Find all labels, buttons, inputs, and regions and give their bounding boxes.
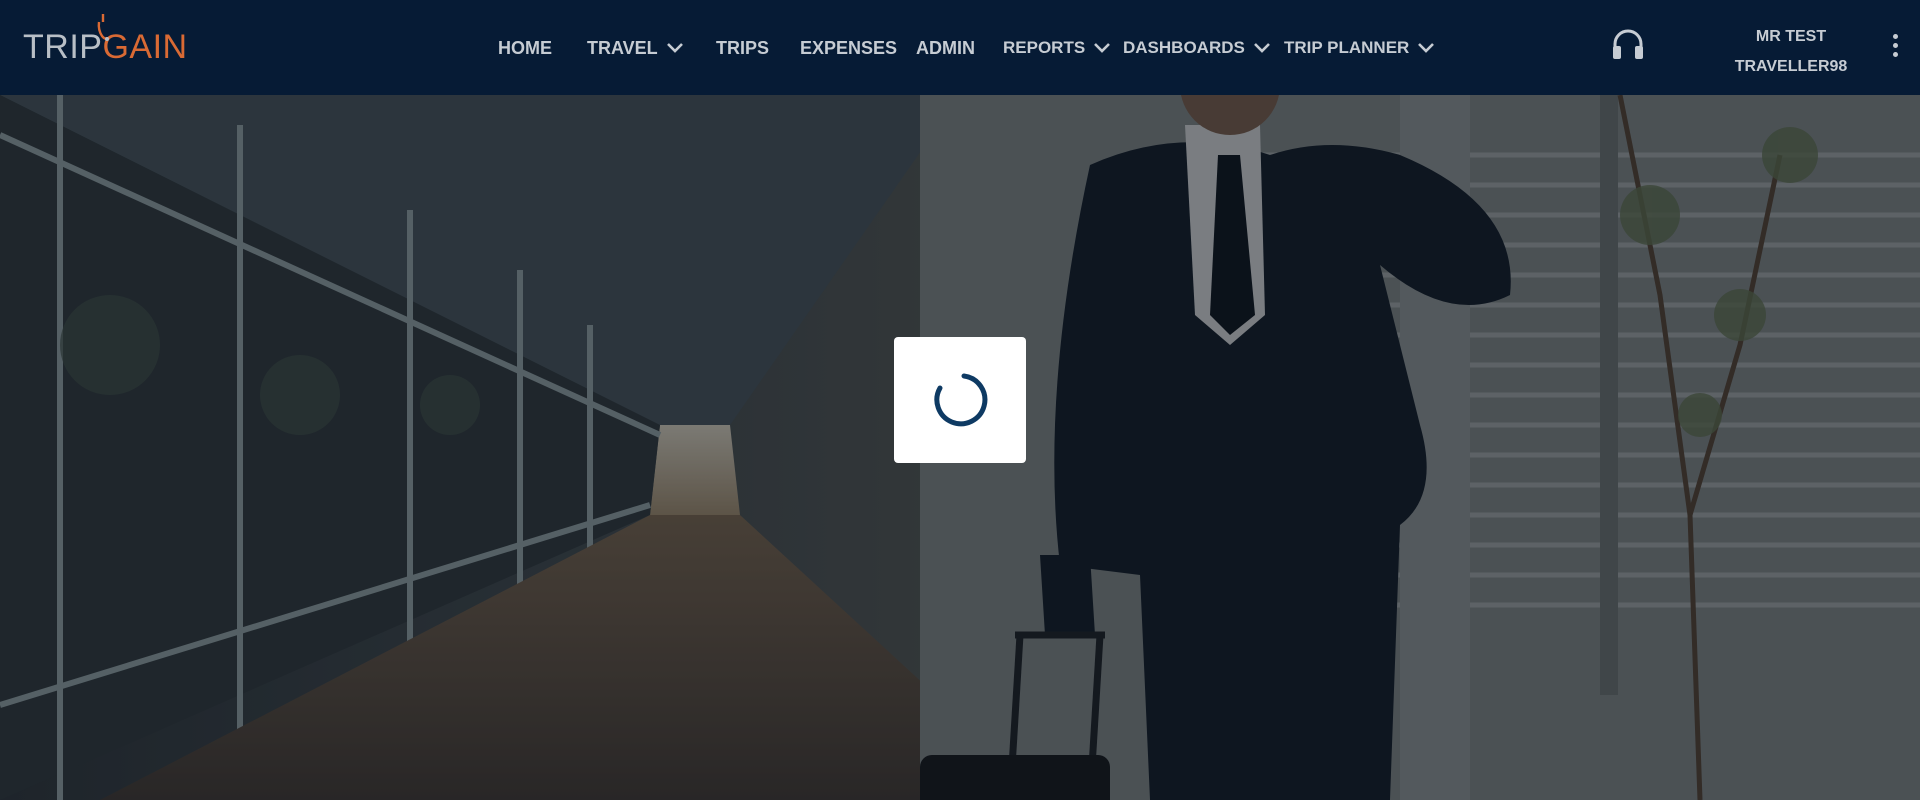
user-name-line2: TRAVELLER98 [1734,58,1848,75]
spinner-icon [934,373,988,427]
chevron-down-icon [666,43,683,53]
nav-dashboards[interactable]: DASHBOARDS [1123,37,1271,59]
top-navbar: TRIP GAIN HOME TRAVEL TRIPS EXPENSES ADMI… [0,0,1920,95]
page: TRIP GAIN HOME TRAVEL TRIPS EXPENSES ADMI… [0,0,1920,800]
nav-admin[interactable]: ADMIN [916,37,975,59]
nav-trip-planner[interactable]: TRIP PLANNER [1284,37,1435,59]
nav-reports-label: REPORTS [1003,38,1086,57]
nav-expenses-label: EXPENSES [800,37,898,58]
nav-travel-label: TRAVEL [587,37,658,58]
nav-travel[interactable]: TRAVEL [587,37,684,59]
chevron-down-icon [1253,43,1270,53]
nav-home-label: HOME [498,37,552,58]
chevron-down-icon [1418,43,1435,53]
nav-trips-label: TRIPS [716,37,770,58]
chevron-down-icon [1094,43,1111,53]
kebab-menu-icon[interactable] [1890,34,1900,62]
nav-trip-planner-label: TRIP PLANNER [1284,38,1410,57]
loading-dialog [894,337,1026,463]
nav-admin-label: ADMIN [916,37,975,58]
nav-reports[interactable]: REPORTS [1003,37,1111,59]
user-name-line1: MR TEST [1755,28,1827,45]
headset-icon[interactable] [1611,28,1645,62]
nav-home[interactable]: HOME [498,37,552,59]
nav-expenses[interactable]: EXPENSES [800,37,897,59]
user-menu[interactable]: MR TEST TRAVELLER98 [1716,22,1866,82]
nav-trips[interactable]: TRIPS [716,37,769,59]
nav-dashboards-label: DASHBOARDS [1123,38,1245,57]
